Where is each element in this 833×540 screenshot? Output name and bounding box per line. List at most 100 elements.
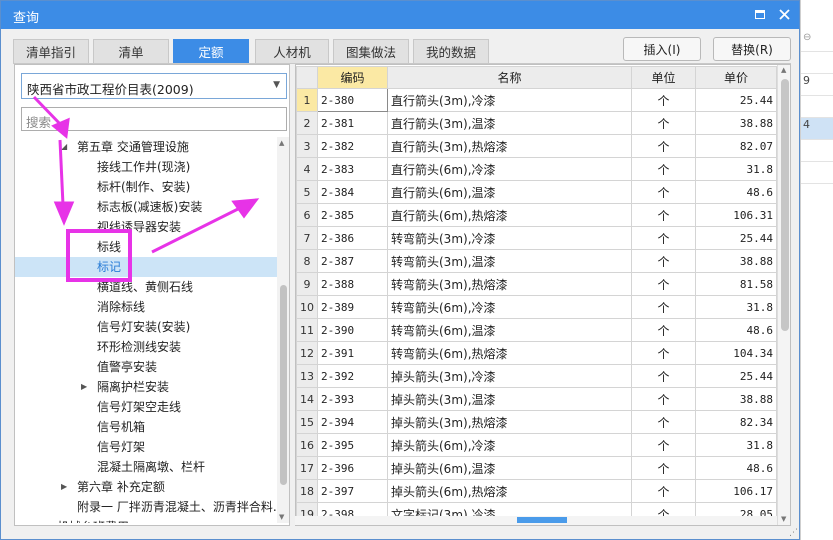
table-row[interactable]: 15 2-394 掉头箭头(3m),热熔漆个 82.34 bbox=[296, 410, 777, 434]
tab-my-data[interactable]: 我的数据 bbox=[413, 39, 489, 63]
table-row[interactable]: 1 2-380 直行箭头(3m),冷漆个 25.44 bbox=[296, 88, 777, 112]
table-row[interactable]: 11 2-390 转弯箭头(6m),温漆个 48.6 bbox=[296, 318, 777, 342]
code-cell[interactable]: 2-396 bbox=[317, 456, 388, 480]
price-cell[interactable]: 38.88 bbox=[695, 249, 777, 273]
tree-scrollbar[interactable]: ▲ ▼ bbox=[277, 137, 289, 523]
code-cell[interactable]: 2-381 bbox=[317, 111, 388, 135]
tree-node[interactable]: 视线诱导器安装 bbox=[15, 217, 277, 237]
row-number-cell[interactable]: 17 bbox=[296, 456, 318, 480]
row-number-cell[interactable]: 12 bbox=[296, 341, 318, 365]
code-cell[interactable]: 2-384 bbox=[317, 180, 388, 204]
tree-node[interactable]: 信号灯安装(安装) bbox=[15, 317, 277, 337]
expanded-triangle-icon[interactable]: ◢ bbox=[61, 137, 67, 157]
table-row[interactable]: 4 2-383 直行箭头(6m),冷漆个 31.8 bbox=[296, 157, 777, 181]
table-row[interactable]: 6 2-385 直行箭头(6m),热熔漆个 106.31 bbox=[296, 203, 777, 227]
tree-node[interactable]: 标线 bbox=[15, 237, 277, 257]
table-row[interactable]: 13 2-392 掉头箭头(3m),冷漆个 25.44 bbox=[296, 364, 777, 388]
unit-cell[interactable]: 个 bbox=[631, 180, 696, 204]
table-row[interactable]: 3 2-382 直行箭头(3m),热熔漆个 82.07 bbox=[296, 134, 777, 158]
unit-cell[interactable]: 个 bbox=[631, 111, 696, 135]
price-cell[interactable]: 31.8 bbox=[695, 433, 777, 457]
table-row[interactable]: 10 2-389 转弯箭头(6m),冷漆个 31.8 bbox=[296, 295, 777, 319]
name-cell[interactable]: 转弯箭头(6m),热熔漆 bbox=[387, 341, 632, 365]
name-cell[interactable]: 掉头箭头(3m),热熔漆 bbox=[387, 410, 632, 434]
row-number-cell[interactable]: 14 bbox=[296, 387, 318, 411]
row-number-cell[interactable]: 7 bbox=[296, 226, 318, 250]
row-number-cell[interactable]: 16 bbox=[296, 433, 318, 457]
grid-scrollbar[interactable]: ▲ ▼ bbox=[777, 65, 790, 525]
unit-cell[interactable]: 个 bbox=[631, 295, 696, 319]
unit-cell[interactable]: 个 bbox=[631, 134, 696, 158]
row-number-cell[interactable]: 15 bbox=[296, 410, 318, 434]
code-cell[interactable]: 2-390 bbox=[317, 318, 388, 342]
unit-cell[interactable]: 个 bbox=[631, 272, 696, 296]
close-button[interactable] bbox=[774, 4, 794, 24]
table-row[interactable]: 9 2-388 转弯箭头(3m),热熔漆个 81.58 bbox=[296, 272, 777, 296]
tree-node[interactable]: ◢ 第五章 交通管理设施 bbox=[15, 137, 277, 157]
replace-button[interactable]: 替换(R) bbox=[713, 37, 791, 61]
price-cell[interactable]: 25.44 bbox=[695, 88, 777, 112]
unit-cell[interactable]: 个 bbox=[631, 456, 696, 480]
tree-node[interactable]: 信号灯架 bbox=[15, 437, 277, 457]
tree-node[interactable]: ▶ 第六章 补充定额 bbox=[15, 477, 277, 497]
unit-cell[interactable]: 个 bbox=[631, 203, 696, 227]
grid-scroll-thumb[interactable] bbox=[781, 79, 789, 331]
code-cell[interactable]: 2-388 bbox=[317, 272, 388, 296]
code-cell[interactable]: 2-382 bbox=[317, 134, 388, 158]
table-row[interactable]: 18 2-397 掉头箭头(6m),热熔漆个 106.17 bbox=[296, 479, 777, 503]
name-cell[interactable]: 直行箭头(3m),冷漆 bbox=[387, 88, 632, 112]
row-number-cell[interactable]: 6 bbox=[296, 203, 318, 227]
code-cell[interactable]: 2-386 bbox=[317, 226, 388, 250]
price-cell[interactable]: 38.88 bbox=[695, 387, 777, 411]
unit-cell[interactable]: 个 bbox=[631, 433, 696, 457]
code-cell[interactable]: 2-397 bbox=[317, 479, 388, 503]
collapsed-triangle-icon[interactable]: ▶ bbox=[61, 477, 67, 497]
name-cell[interactable]: 转弯箭头(3m),温漆 bbox=[387, 249, 632, 273]
tree-node[interactable]: 环形检测线安装 bbox=[15, 337, 277, 357]
tree-node[interactable]: 值警亭安装 bbox=[15, 357, 277, 377]
tree-scroll-thumb[interactable] bbox=[280, 285, 287, 485]
code-cell[interactable]: 2-383 bbox=[317, 157, 388, 181]
code-cell[interactable]: 2-389 bbox=[317, 295, 388, 319]
tree-node[interactable]: 机械台班费用 bbox=[15, 517, 277, 523]
price-cell[interactable]: 38.88 bbox=[695, 111, 777, 135]
unit-cell[interactable]: 个 bbox=[631, 88, 696, 112]
unit-cell[interactable]: 个 bbox=[631, 157, 696, 181]
table-row[interactable]: 5 2-384 直行箭头(6m),温漆个 48.6 bbox=[296, 180, 777, 204]
name-cell[interactable]: 直行箭头(6m),热熔漆 bbox=[387, 203, 632, 227]
price-cell[interactable]: 31.8 bbox=[695, 295, 777, 319]
grid-hscroll-thumb[interactable] bbox=[517, 517, 567, 523]
price-cell[interactable]: 31.8 bbox=[695, 157, 777, 181]
restore-button[interactable] bbox=[750, 4, 770, 24]
code-cell[interactable]: 2-391 bbox=[317, 341, 388, 365]
price-cell[interactable]: 106.17 bbox=[695, 479, 777, 503]
scroll-down-icon[interactable]: ▼ bbox=[781, 515, 786, 523]
name-cell[interactable]: 直行箭头(6m),冷漆 bbox=[387, 157, 632, 181]
price-cell[interactable]: 48.6 bbox=[695, 318, 777, 342]
tab-atlas-method[interactable]: 图集做法 bbox=[333, 39, 409, 63]
row-number-cell[interactable]: 1 bbox=[296, 88, 318, 112]
code-cell[interactable]: 2-394 bbox=[317, 410, 388, 434]
unit-cell[interactable]: 个 bbox=[631, 226, 696, 250]
table-row[interactable]: 7 2-386 转弯箭头(3m),冷漆个 25.44 bbox=[296, 226, 777, 250]
price-cell[interactable]: 25.44 bbox=[695, 364, 777, 388]
column-header-name[interactable]: 名称 bbox=[387, 66, 632, 89]
price-cell[interactable]: 81.58 bbox=[695, 272, 777, 296]
code-cell[interactable]: 2-395 bbox=[317, 433, 388, 457]
name-cell[interactable]: 掉头箭头(3m),温漆 bbox=[387, 387, 632, 411]
unit-cell[interactable]: 个 bbox=[631, 410, 696, 434]
name-cell[interactable]: 掉头箭头(6m),温漆 bbox=[387, 456, 632, 480]
price-cell[interactable]: 106.31 bbox=[695, 203, 777, 227]
code-cell[interactable]: 2-385 bbox=[317, 203, 388, 227]
name-cell[interactable]: 转弯箭头(3m),冷漆 bbox=[387, 226, 632, 250]
insert-button[interactable]: 插入(I) bbox=[623, 37, 701, 61]
row-number-cell[interactable]: 11 bbox=[296, 318, 318, 342]
scroll-up-icon[interactable]: ▲ bbox=[279, 139, 284, 147]
row-number-cell[interactable]: 5 bbox=[296, 180, 318, 204]
tree-node[interactable]: 信号灯架空走线 bbox=[15, 397, 277, 417]
row-number-cell[interactable]: 13 bbox=[296, 364, 318, 388]
name-cell[interactable]: 直行箭头(3m),热熔漆 bbox=[387, 134, 632, 158]
table-row[interactable]: 17 2-396 掉头箭头(6m),温漆个 48.6 bbox=[296, 456, 777, 480]
row-number-cell[interactable]: 8 bbox=[296, 249, 318, 273]
code-cell[interactable]: 2-380 bbox=[317, 88, 388, 112]
